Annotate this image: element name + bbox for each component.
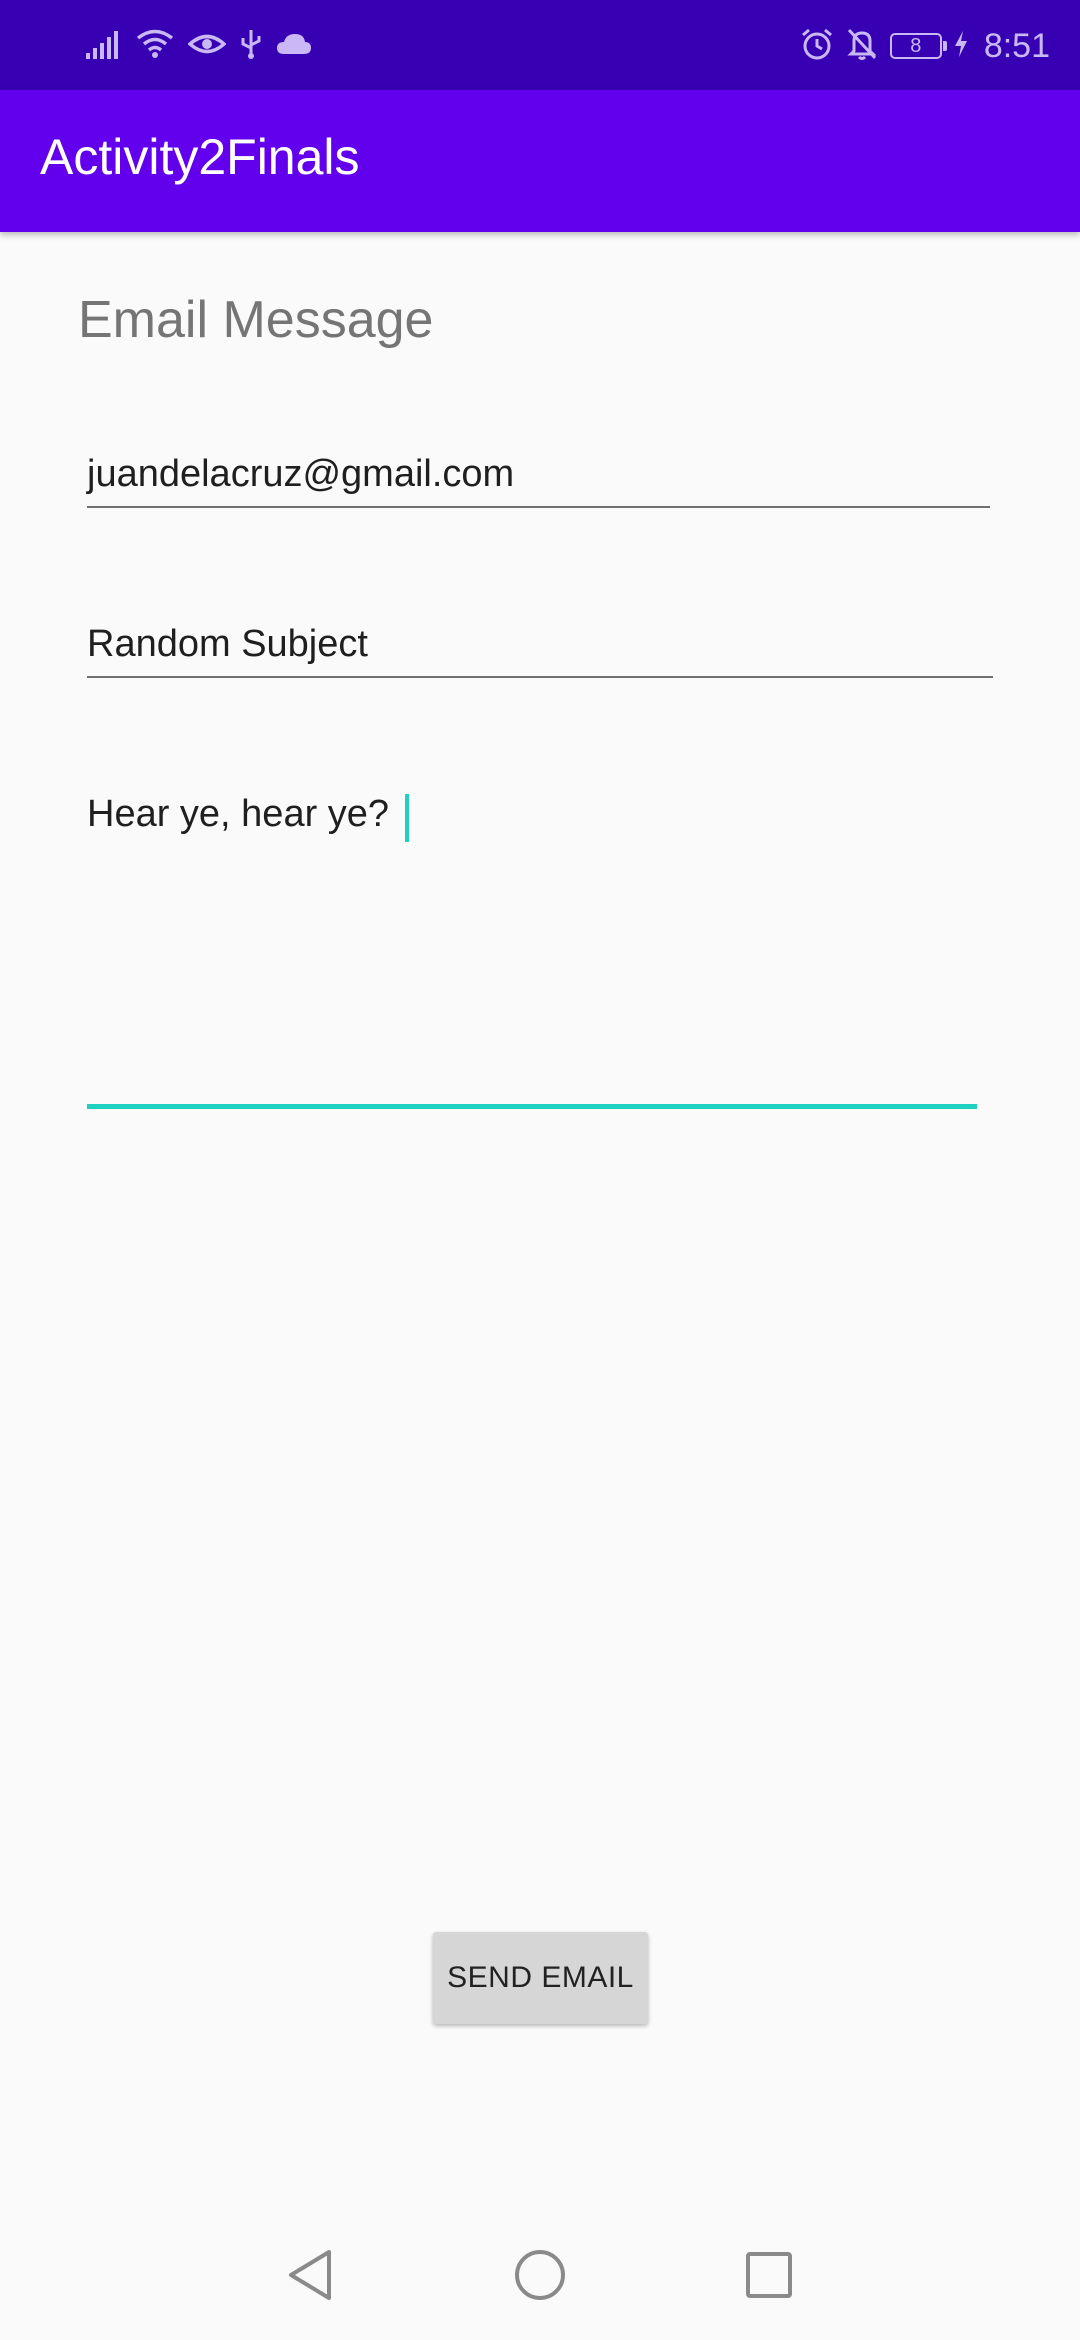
cloud-icon (276, 32, 312, 61)
page-heading: Email Message (78, 291, 434, 349)
recents-button[interactable] (729, 2237, 809, 2317)
email-field-underline (87, 506, 990, 508)
navigation-bar (0, 2215, 1080, 2340)
status-left-icons (86, 26, 312, 66)
signal-icon (86, 29, 122, 64)
home-button[interactable] (500, 2237, 580, 2317)
app-title: Activity2Finals (40, 129, 360, 185)
message-field-underline (87, 1104, 977, 1109)
battery-icon: 8 (889, 33, 947, 59)
subject-field-value: Random Subject (87, 623, 368, 665)
app-bar: Activity2Finals (0, 90, 1080, 232)
email-field-value: juandelacruz@gmail.com (87, 453, 515, 495)
notifications-off-icon (846, 27, 878, 66)
recents-icon (744, 2250, 794, 2305)
subject-field[interactable]: Random Subject (87, 620, 993, 680)
status-right-icons: 8 8:51 (800, 22, 1050, 70)
text-cursor (405, 794, 409, 842)
alarm-icon (800, 27, 834, 66)
home-icon (513, 2248, 567, 2307)
message-field[interactable]: Hear ye, hear ye? (87, 790, 977, 1110)
email-field[interactable]: juandelacruz@gmail.com (87, 450, 990, 510)
back-icon (285, 2248, 335, 2307)
status-bar: 8 8:51 (0, 0, 1080, 90)
status-time: 8:51 (983, 26, 1050, 65)
eye-icon (187, 29, 227, 64)
back-button[interactable] (270, 2237, 350, 2317)
wifi-icon (136, 28, 174, 65)
battery-level: 8 (910, 34, 922, 57)
send-email-button[interactable]: SEND EMAIL (433, 1932, 648, 2024)
message-field-value: Hear ye, hear ye? (87, 793, 390, 835)
subject-field-underline (87, 676, 993, 678)
screen: 8 8:51 Activity2Finals Email Message jua… (0, 0, 1080, 2340)
usb-icon (240, 28, 262, 65)
charging-icon (954, 30, 968, 63)
